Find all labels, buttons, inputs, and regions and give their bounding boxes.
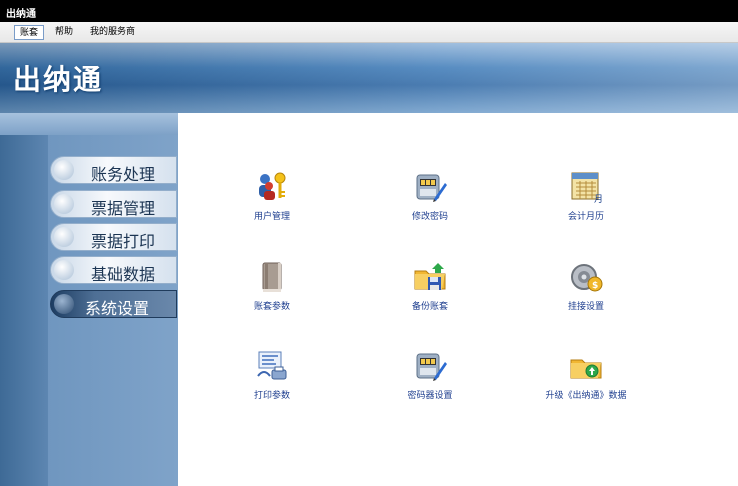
tile-label: 打印参数 [253,391,290,401]
sidebar-item-label: 系统设置 [85,299,150,318]
tile-label: 会计月历 [567,212,604,222]
sidebar-item-basic-data[interactable]: 基础数据 [50,256,177,284]
sidebar-edge [0,113,48,486]
tile-user-management[interactable]: 用户管理 [207,169,337,239]
menu-item-help[interactable]: 帮助 [50,25,78,40]
sidebar-item-label: 票据管理 [91,199,156,218]
sidebar-item-accounting[interactable]: 账务处理 [50,156,177,184]
calendar-icon: 月 [571,172,603,205]
tile-label: 密码器设置 [407,391,453,401]
tile-label: 挂接设置 [567,302,604,312]
menu-item-my-provider[interactable]: 我的服务商 [85,25,140,40]
menu-bar: 账套 帮助 我的服务商 [0,22,738,43]
upgrade-data-icon [570,359,602,379]
cipher-device-icon [416,353,447,381]
tile-label: 升级《出纳通》数据 [545,391,627,401]
nav-cap-icon [54,194,74,214]
users-keys-icon [259,172,286,200]
app-brand: 出纳通 [13,63,104,96]
tile-change-password[interactable]: 修改密码 [365,169,495,239]
sidebar-top-cap [0,113,178,135]
tile-backup-ledger[interactable]: 备份账套 [365,259,495,329]
sidebar-item-system-settings[interactable]: 系统设置 [50,290,177,318]
tile-upgrade-data[interactable]: 升级《出纳通》数据 [521,348,651,418]
tile-ledger-parameters[interactable]: 账套参数 [207,259,337,329]
tile-cipher-device-settings[interactable]: 密码器设置 [365,348,495,418]
tile-label: 用户管理 [253,212,290,222]
main-panel: 用户管理 修改密码 月 会计月历 账套参数 备份账套 $ 挂接设置 打印参数 密… [178,113,738,486]
nav-cap-icon [54,160,74,180]
tile-accounting-calendar[interactable]: 月 会计月历 [521,169,651,239]
nav-cap-icon [54,294,74,314]
header-banner: 出纳通 [0,43,738,113]
banner-shade [0,43,738,113]
nav-cap-icon [54,260,74,280]
sidebar-item-label: 票据打印 [91,232,156,251]
tile-label: 修改密码 [411,212,448,222]
sidebar: 账务处理 票据管理 票据打印 基础数据 系统设置 [0,113,178,486]
menu-item-ledger[interactable]: 账套 [14,25,45,40]
nav-cap-icon [54,227,74,247]
change-password-icon [416,174,447,202]
window-title-bar: 出纳通 [0,0,738,22]
tile-label: 账套参数 [253,302,290,312]
tile-label: 备份账套 [411,302,448,312]
sidebar-item-label: 基础数据 [91,265,156,284]
tile-link-settings[interactable]: $ 挂接设置 [521,259,651,329]
tile-print-parameters[interactable]: 打印参数 [207,348,337,418]
sidebar-item-bill-printing[interactable]: 票据打印 [50,223,177,251]
backup-folder-icon [414,263,446,290]
svg-text:月: 月 [594,194,603,205]
sidebar-item-label: 账务处理 [91,165,156,184]
sidebar-item-bill-management[interactable]: 票据管理 [50,190,177,218]
print-settings-icon [257,351,287,380]
svg-text:$: $ [592,281,598,291]
ledger-book-icon [262,262,282,292]
link-settings-icon: $ [571,264,603,292]
window-title: 出纳通 [6,9,36,20]
